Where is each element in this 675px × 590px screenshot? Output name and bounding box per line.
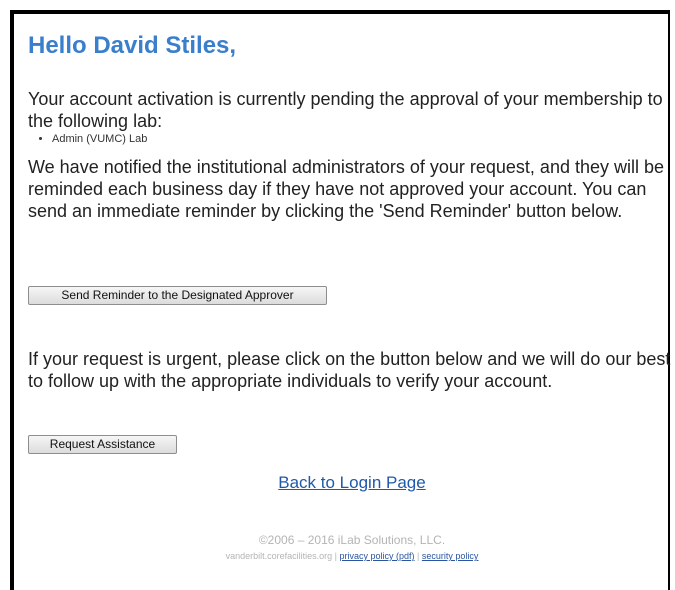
send-reminder-button[interactable]: Send Reminder to the Designated Approver xyxy=(28,286,327,305)
footer-separator: | xyxy=(334,551,337,561)
footer-site: vanderbilt.corefacilities.org xyxy=(225,551,333,561)
footer-links: vanderbilt.corefacilities.org | privacy … xyxy=(28,551,675,561)
pending-message: Your account activation is currently pen… xyxy=(28,89,663,131)
lab-list: Admin (VUMC) Lab xyxy=(28,132,147,146)
privacy-policy-link[interactable]: privacy policy (pdf) xyxy=(340,551,415,561)
footer-separator: | xyxy=(417,551,420,561)
back-to-login-link[interactable]: Back to Login Page xyxy=(28,473,675,493)
notified-message: We have notified the institutional admin… xyxy=(28,157,665,221)
request-assistance-button[interactable]: Request Assistance xyxy=(28,435,177,454)
security-policy-link[interactable]: security policy xyxy=(422,551,479,561)
urgent-message: If your request is urgent, please click … xyxy=(28,349,671,391)
greeting-heading: Hello David Stiles, xyxy=(28,32,237,59)
lab-list-item: Admin (VUMC) Lab xyxy=(52,132,147,146)
footer-copyright: ©2006 – 2016 iLab Solutions, LLC. xyxy=(258,533,446,547)
page-frame: Hello David Stiles, Your account activat… xyxy=(10,10,670,590)
